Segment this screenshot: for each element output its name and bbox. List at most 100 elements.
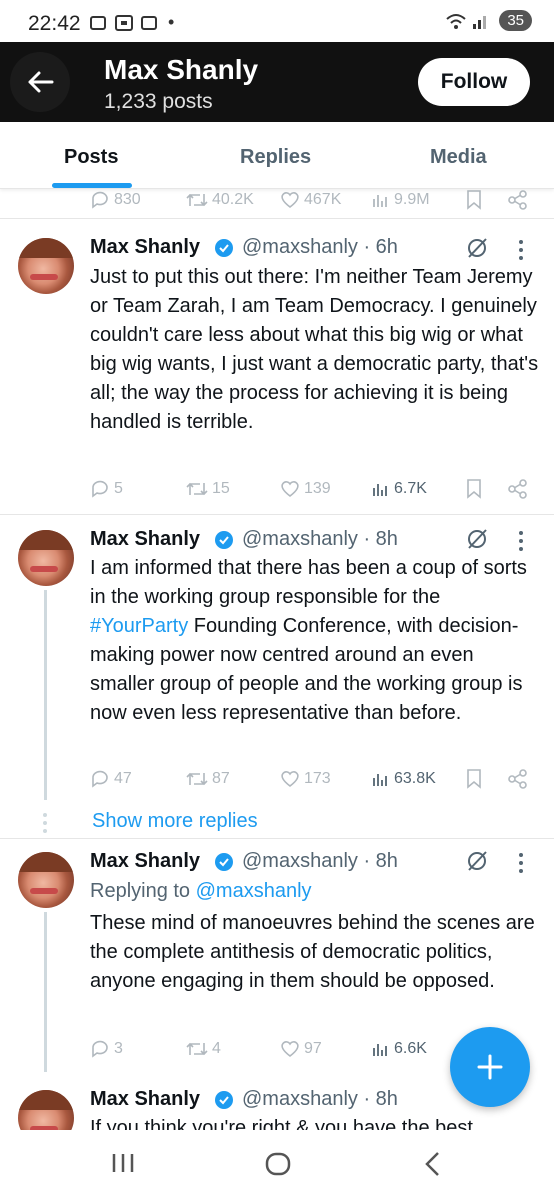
view-count[interactable]: 9.9M: [372, 191, 430, 209]
back-nav-icon[interactable]: [422, 1150, 444, 1178]
heart-icon: [281, 192, 299, 209]
tab-media[interactable]: Media: [430, 146, 487, 169]
post-metrics: 5 15 139 6.7K: [90, 477, 530, 501]
status-bar: 22:42 • 35: [0, 0, 554, 42]
bookmark-button[interactable]: [466, 769, 482, 789]
more-options-icon[interactable]: [518, 239, 524, 261]
bookmark-icon: [467, 190, 481, 210]
profile-tabs: Posts Replies Media: [0, 122, 554, 189]
post-text: I am informed that there has been a coup…: [90, 557, 527, 724]
battery-indicator: 35: [499, 10, 532, 31]
share-icon: [508, 190, 527, 210]
repost-icon: [186, 193, 208, 207]
bookmark-icon: [467, 769, 481, 789]
heart-icon: [281, 1041, 299, 1058]
profile-name: Max Shanly: [104, 54, 259, 85]
home-icon[interactable]: [264, 1150, 292, 1178]
reply-icon: [92, 480, 108, 498]
reply-icon: [92, 770, 108, 788]
dot-icon: •: [168, 12, 175, 32]
reply-icon: [92, 1040, 108, 1058]
post-author-name[interactable]: Max Shanly: [90, 236, 200, 259]
view-count[interactable]: 6.6K: [372, 1040, 427, 1058]
plus-icon: [477, 1054, 503, 1080]
views-icon: [373, 1044, 387, 1056]
replying-to: Replying to @maxshanly: [90, 880, 312, 902]
thread-line: [44, 912, 47, 1072]
verified-badge-icon: [215, 853, 233, 871]
bookmark-button[interactable]: [466, 190, 482, 210]
share-icon: [508, 769, 527, 789]
share-button[interactable]: [508, 479, 528, 499]
repost-count[interactable]: 15: [186, 480, 230, 498]
post-handle-time[interactable]: @maxshanly · 8h: [242, 850, 398, 873]
show-more-replies-link[interactable]: Show more replies: [92, 810, 258, 833]
wifi-signal-icon: [446, 13, 487, 29]
tab-posts[interactable]: Posts: [64, 146, 118, 169]
share-button[interactable]: [508, 190, 528, 210]
reply-count[interactable]: 830: [90, 191, 141, 209]
grok-icon[interactable]: [466, 528, 488, 550]
post-metrics: 47 87 173 63.8K: [90, 767, 530, 791]
repost-icon: [186, 482, 208, 496]
reply-count[interactable]: 3: [90, 1040, 123, 1058]
notification-icon: [90, 14, 160, 37]
more-options-icon[interactable]: [518, 852, 524, 874]
repost-icon: [186, 1042, 208, 1056]
profile-header: Max Shanly 1,233 posts Follow: [0, 42, 554, 122]
views-icon: [373, 774, 387, 786]
verified-badge-icon: [215, 531, 233, 549]
view-count[interactable]: 6.7K: [372, 480, 427, 498]
post-author-name[interactable]: Max Shanly: [90, 1088, 200, 1111]
avatar[interactable]: [18, 852, 74, 908]
avatar[interactable]: [18, 1090, 74, 1130]
repost-count[interactable]: 40.2K: [186, 191, 254, 209]
post-text: Just to put this out there: I'm neither …: [90, 266, 539, 433]
view-count[interactable]: 63.8K: [372, 770, 436, 788]
views-icon: [373, 195, 387, 207]
repost-count[interactable]: 87: [186, 770, 230, 788]
post-text: If you think you're right & you have the…: [90, 1117, 473, 1130]
grok-icon[interactable]: [466, 237, 488, 259]
status-time: 22:42: [28, 12, 81, 35]
post-handle-time[interactable]: @maxshanly · 6h: [242, 236, 398, 259]
avatar[interactable]: [18, 530, 74, 586]
post-text: These mind of manoeuvres behind the scen…: [90, 912, 535, 992]
post-count: 1,233 posts: [104, 90, 213, 113]
share-icon: [508, 479, 527, 499]
divider: [0, 838, 554, 839]
post-author-name[interactable]: Max Shanly: [90, 528, 200, 551]
bookmark-button[interactable]: [466, 479, 482, 499]
divider: [0, 514, 554, 515]
post-handle-time[interactable]: @maxshanly · 8h: [242, 1088, 398, 1111]
divider: [0, 218, 554, 219]
reply-icon: [92, 191, 108, 209]
thread-dots-icon: [43, 813, 47, 833]
follow-button[interactable]: Follow: [418, 58, 530, 106]
verified-badge-icon: [215, 1091, 233, 1109]
bookmark-icon: [467, 479, 481, 499]
avatar[interactable]: [18, 238, 74, 294]
like-count[interactable]: 173: [280, 770, 331, 788]
more-options-icon[interactable]: [518, 530, 524, 552]
compose-post-button[interactable]: [450, 1027, 530, 1107]
hashtag-link[interactable]: #YourParty: [90, 615, 188, 637]
reply-count[interactable]: 47: [90, 770, 132, 788]
post-handle-time[interactable]: @maxshanly · 8h: [242, 528, 398, 551]
like-count[interactable]: 97: [280, 1040, 322, 1058]
post-author-name[interactable]: Max Shanly: [90, 850, 200, 873]
like-count[interactable]: 139: [280, 480, 331, 498]
grok-icon[interactable]: [466, 850, 488, 872]
like-count[interactable]: 467K: [280, 191, 341, 209]
system-nav-bar: [0, 1130, 554, 1200]
thread-line: [44, 590, 47, 800]
heart-icon: [281, 481, 299, 498]
reply-count[interactable]: 5: [90, 480, 123, 498]
views-icon: [373, 484, 387, 496]
share-button[interactable]: [508, 769, 528, 789]
tab-replies[interactable]: Replies: [240, 146, 311, 169]
repost-count[interactable]: 4: [186, 1040, 221, 1058]
recent-apps-icon[interactable]: [110, 1150, 136, 1176]
back-button[interactable]: [10, 52, 70, 112]
reply-to-handle-link[interactable]: @maxshanly: [196, 880, 312, 902]
